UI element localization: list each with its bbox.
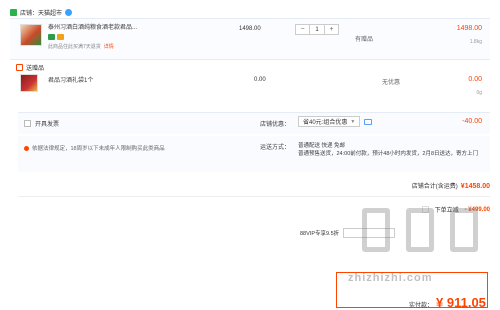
gift-row: 君品习酒礼袋1个 0.00 无优惠 0.00 0g — [10, 72, 490, 102]
watermark-glyph-2 — [406, 208, 434, 252]
vip-label: 88VIP专享9.5折 — [300, 231, 340, 237]
wangwang-chat-icon[interactable] — [65, 8, 73, 16]
invoice-row: 开具发票 店铺优惠： 省40元:组合优惠 ▼ -40.00 — [18, 112, 490, 134]
product-subtotal: 1498.00 — [456, 25, 482, 32]
store-header: 店铺：天猫超市 — [10, 6, 73, 18]
return-notice-text: 此商品住此买满7天退货 — [48, 44, 101, 50]
discount-select[interactable]: 省40元:组合优惠 ▼ — [298, 116, 361, 127]
orange-tag-icon — [57, 34, 64, 40]
gift-header: 送赠品 — [16, 63, 44, 72]
gift-icon — [16, 64, 23, 71]
pay-total: 实付款： ¥ 911.05 — [409, 295, 486, 310]
green-tag-icon — [48, 34, 55, 40]
tmall-store-icon — [10, 8, 17, 16]
pay-summary: 实付款： ¥ 911.05 — [336, 272, 488, 310]
instant-discount-row: 下单立减 - ¥499.00 — [421, 205, 490, 214]
instant-discount-label: 下单立减 — [434, 208, 459, 214]
chevron-down-icon: ▼ — [350, 118, 356, 125]
discount-select-value: 省40元:组合优惠 — [303, 120, 348, 126]
instant-discount-checkbox[interactable] — [421, 206, 429, 213]
shipping-row: 依据法律规定，18周岁以下未成年人限制购买此类商品 运送方式： 普通配送 快递 … — [18, 136, 490, 172]
watermark-glyph-3 — [450, 208, 478, 252]
gift-subtotal: 0.00 — [468, 76, 482, 83]
shipping-method: 普通配送 快递 免邮 — [298, 143, 346, 149]
product-info: 泰州习酒白酒纯粮食酒老款君品... 此商品住此买满7天退货 详情 — [48, 24, 188, 50]
product-unit-price: 1498.00 — [239, 26, 261, 32]
pay-amount: ¥ 911.05 — [436, 295, 486, 310]
qty-plus-button[interactable]: + — [325, 25, 338, 34]
gift-weight: 0g — [476, 90, 482, 96]
pay-label: 实付款： — [409, 303, 434, 309]
product-title[interactable]: 泰州习酒白酒纯粮食酒老款君品... — [48, 24, 188, 32]
vip-select[interactable] — [343, 228, 396, 238]
gift-title[interactable]: 君品习酒礼袋1个 — [48, 77, 93, 85]
return-notice: 此商品住此买满7天退货 详情 — [48, 43, 188, 50]
store-discount-label: 店铺优惠： — [260, 122, 291, 128]
product-row: 泰州习酒白酒纯粮食酒老款君品... 此商品住此买满7天退货 详情 1498.00 … — [10, 18, 490, 60]
shipping-detail[interactable]: 普通配送 快递 免邮 普通预售送货，24:00前付款，预计48小时内发货，2月8… — [298, 142, 484, 158]
divider — [18, 196, 490, 197]
return-detail-link[interactable]: 详情 — [104, 44, 114, 50]
message-icon[interactable] — [364, 119, 372, 125]
gift-unit-price: 0.00 — [254, 77, 266, 83]
invoice-label[interactable]: 开具发票 — [35, 119, 59, 128]
store-total: 店铺合计(含运费) ¥1458.00 — [412, 181, 490, 190]
shipping-label: 运送方式： — [260, 145, 291, 151]
gift-header-label: 送赠品 — [26, 66, 45, 72]
gift-promo: 无优惠 — [382, 80, 401, 86]
shipping-eta: 普通预售送货，24:00前付款，预计48小时内发货，2月8日送达，寄方上门 — [298, 151, 479, 157]
product-thumbnail[interactable] — [20, 24, 42, 46]
qty-value[interactable]: 1 — [309, 25, 325, 34]
invoice-checkbox[interactable] — [24, 120, 31, 127]
qty-minus-button[interactable]: − — [296, 25, 309, 34]
warning-icon — [24, 145, 29, 151]
product-tags — [48, 34, 188, 40]
age-restriction-text: 依据法律规定，18周岁以下未成年人限制购买此类商品 — [32, 146, 165, 152]
product-weight: 1.8kg — [469, 39, 482, 45]
store-total-label: 店铺合计(含运费) — [411, 184, 458, 190]
quantity-stepper[interactable]: − 1 + — [295, 24, 339, 35]
store-name[interactable]: 店铺：天猫超市 — [20, 8, 62, 17]
gift-thumbnail[interactable] — [20, 74, 38, 92]
invoice-option[interactable]: 开具发票 — [24, 119, 59, 128]
vip-row: 88VIP专享9.5折 — [300, 228, 396, 238]
product-promo: 有赠品 — [355, 37, 374, 43]
store-discount-amount: -40.00 — [462, 118, 482, 125]
age-restriction-notice: 依据法律规定，18周岁以下未成年人限制购买此类商品 — [24, 144, 165, 152]
store-total-amount: ¥1458.00 — [460, 183, 490, 190]
instant-discount-amount: - ¥499.00 — [464, 206, 490, 213]
